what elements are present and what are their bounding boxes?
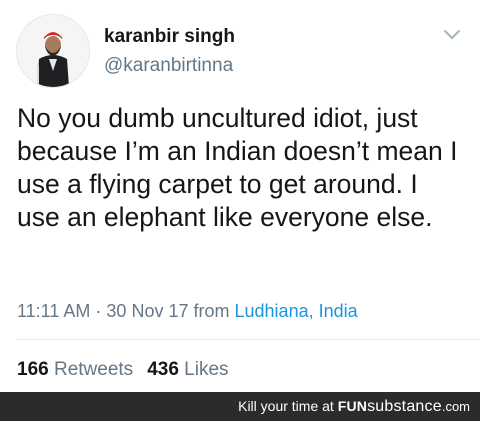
likes-stat[interactable]: 436 Likes bbox=[147, 359, 228, 380]
from-label: from bbox=[193, 301, 230, 321]
tweet-location[interactable]: Ludhiana, India bbox=[235, 301, 358, 321]
retweets-label: Retweets bbox=[53, 359, 134, 380]
retweets-stat[interactable]: 166 Retweets bbox=[17, 359, 133, 380]
brand-substance: substance bbox=[367, 398, 442, 415]
likes-count: 436 bbox=[147, 359, 179, 380]
tweet-text: No you dumb uncultured idiot, just becau… bbox=[17, 103, 458, 232]
likes-label: Likes bbox=[184, 359, 229, 380]
tweet-card: karanbir singh @karanbirtinna No you dum… bbox=[0, 0, 480, 392]
meta-separator: · bbox=[95, 301, 102, 321]
tweet-meta: 11:11 AM · 30 Nov 17 from Ludhiana, Indi… bbox=[17, 301, 358, 322]
avatar[interactable] bbox=[16, 14, 90, 88]
author-handle[interactable]: @karanbirtinna bbox=[104, 55, 233, 77]
tweet-date[interactable]: 30 Nov 17 bbox=[106, 301, 188, 321]
tweet-time[interactable]: 11:11 AM bbox=[17, 301, 90, 321]
brand-fun: FUN bbox=[337, 398, 368, 414]
watermark-text: Kill your time at FUNsubstance.com bbox=[238, 398, 470, 416]
tweet-stats: 166 Retweets 436 Likes bbox=[17, 359, 229, 381]
avatar-photo bbox=[17, 15, 89, 87]
watermark-footer: Kill your time at FUNsubstance.com bbox=[0, 392, 480, 421]
retweets-count: 166 bbox=[17, 359, 49, 380]
divider bbox=[17, 339, 480, 340]
chevron-down-icon[interactable] bbox=[442, 28, 462, 42]
author-name[interactable]: karanbir singh bbox=[104, 26, 235, 48]
brand-com: .com bbox=[441, 399, 470, 414]
footer-tagline: Kill your time at bbox=[238, 398, 334, 414]
